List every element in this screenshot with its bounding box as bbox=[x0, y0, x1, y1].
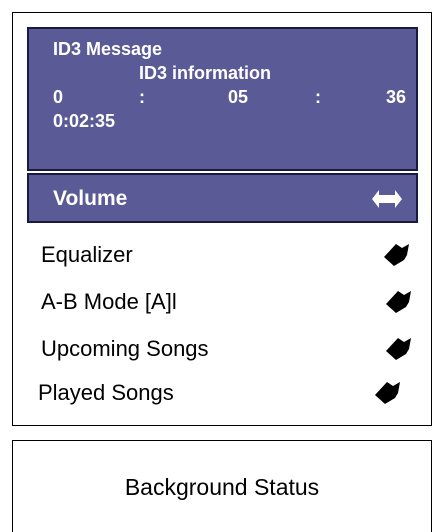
id3-title: ID3 Message bbox=[53, 39, 163, 59]
menu-item-label: Equalizer bbox=[41, 242, 133, 267]
elapsed-time: 0:02:35 bbox=[53, 111, 116, 131]
time-seconds: 36 bbox=[385, 87, 406, 107]
time-hours: 0 bbox=[53, 87, 64, 107]
time-minutes: 05 bbox=[228, 87, 249, 107]
arrow-icon bbox=[384, 244, 409, 266]
menu-item-label: A-B Mode [A]l bbox=[41, 289, 177, 314]
dual-arrow-icon bbox=[372, 190, 402, 208]
id3-panel: ID3 Message ID3 information 0 : 05 : 36 … bbox=[27, 27, 418, 171]
time-separator: : bbox=[315, 87, 321, 107]
id3-info: ID3 information bbox=[139, 63, 272, 83]
status-text: Background Status bbox=[124, 474, 320, 500]
volume-label: Volume bbox=[53, 187, 128, 210]
status-box: Background Status bbox=[12, 440, 432, 532]
menu-item-ab-mode[interactable]: A-B Mode [A]l bbox=[41, 289, 423, 319]
menu-item-upcoming-songs[interactable]: Upcoming Songs bbox=[41, 336, 423, 366]
menu-item-label: Played Songs bbox=[38, 380, 174, 405]
menu-item-label: Upcoming Songs bbox=[41, 336, 209, 361]
arrow-icon bbox=[375, 382, 400, 404]
track-time-row: 0 : 05 : 36 bbox=[53, 87, 406, 108]
arrow-icon bbox=[386, 338, 411, 360]
menu-item-equalizer[interactable]: Equalizer bbox=[41, 242, 423, 272]
arrow-icon bbox=[386, 291, 411, 313]
time-separator: : bbox=[139, 87, 145, 107]
volume-menu-item[interactable]: Volume bbox=[27, 173, 418, 223]
menu-item-played-songs[interactable]: Played Songs bbox=[38, 380, 423, 410]
